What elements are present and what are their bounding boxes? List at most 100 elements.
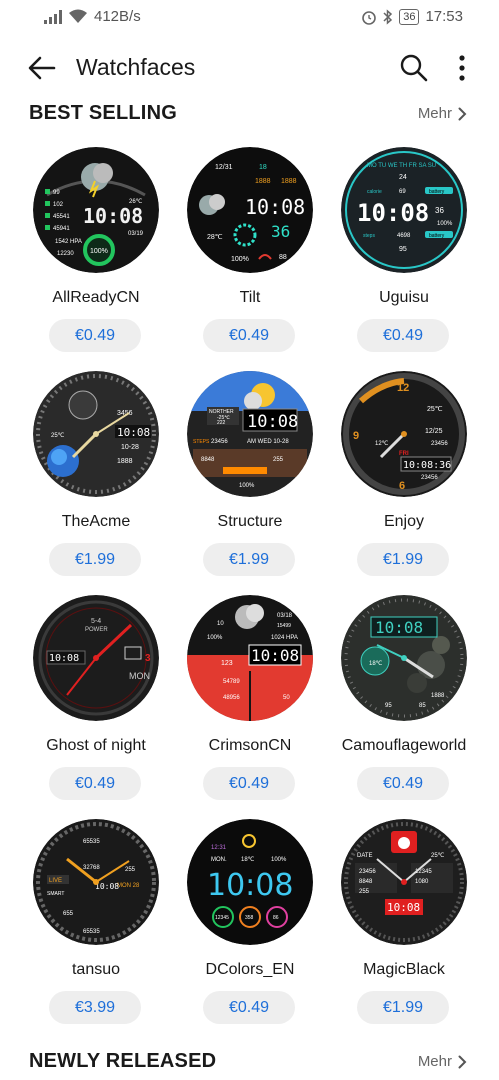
face-text: 255: [359, 889, 370, 895]
face-text: battery: [429, 189, 445, 195]
face-text: 36: [271, 222, 290, 241]
price-button[interactable]: €1.99: [49, 543, 141, 576]
watchface-thumbnail[interactable]: 5-4 POWER 10:08 MON 3: [33, 595, 159, 721]
face-text: 1542 HPA: [55, 239, 82, 245]
newly-released-more-link[interactable]: Mehr: [418, 1053, 467, 1070]
watchface-art: 3456 10:08 25℃ 10-28 1888: [33, 371, 159, 497]
watchface-thumbnail[interactable]: NORTHER -25℃ 222 10:08 STEPS 23456 AM WE…: [187, 371, 313, 497]
face-text: 25℃: [51, 433, 65, 439]
face-text: 1888: [281, 178, 297, 185]
face-text: 12: [397, 382, 409, 394]
watchface-art: 10:08 18℃ 1888 95 85: [341, 595, 467, 721]
price-button[interactable]: €1.99: [357, 991, 449, 1024]
face-text: 1888: [255, 178, 271, 185]
face-text: 45541: [53, 214, 70, 220]
face-text: 88: [279, 254, 287, 261]
face-text: 48956: [223, 695, 240, 701]
search-icon[interactable]: [398, 52, 430, 84]
face-text: 12/25: [425, 428, 443, 435]
price-button[interactable]: €0.49: [357, 319, 449, 352]
wifi-icon: [69, 9, 87, 23]
face-text: 99: [53, 190, 60, 196]
watchface-thumbnail[interactable]: MO TU WE TH FR SA SU 24 calorie 69 batte…: [341, 147, 467, 273]
alarm-icon: [362, 10, 377, 25]
watchface-art: 10 03/18 15499 100% 1024 HPA 10:08 123 5…: [187, 595, 313, 721]
watchface-item-magicblack[interactable]: DATE 25℃ 23456 8848 12345 1080 255 10:08…: [324, 819, 484, 1029]
face-text: 100%: [231, 256, 249, 263]
watchface-item-enjoy[interactable]: 12 9 6 25℃ 12/25 12℃ FRI 23456 10:08:36 …: [324, 371, 484, 581]
status-left: 412B/s: [44, 8, 141, 25]
face-time: 10:08: [357, 199, 429, 227]
face-text: FRI: [399, 451, 409, 457]
price-button[interactable]: €0.49: [49, 319, 141, 352]
watchface-thumbnail[interactable]: DATE 25℃ 23456 8848 12345 1080 255 10:08: [341, 819, 467, 945]
face-text: 65535: [83, 929, 100, 935]
face-text: MON.: [211, 857, 227, 863]
price-button[interactable]: €1.99: [357, 543, 449, 576]
price-button[interactable]: €0.49: [203, 991, 295, 1024]
watchface-item-ghost-of-night[interactable]: 5-4 POWER 10:08 MON 3 Ghost of night €0.…: [16, 595, 176, 805]
back-arrow-icon[interactable]: [26, 52, 58, 84]
best-selling-more-link[interactable]: Mehr: [418, 105, 467, 122]
face-text: 255: [125, 867, 136, 873]
watchface-thumbnail[interactable]: 12/31 18 1888 1888 10:08 36 28℃ 100% 88: [187, 147, 313, 273]
price-button[interactable]: €0.49: [203, 319, 295, 352]
more-label: Mehr: [417, 1053, 452, 1070]
watchface-thumbnail[interactable]: 12 9 6 25℃ 12/25 12℃ FRI 23456 10:08:36 …: [341, 371, 467, 497]
watchface-item-theacme[interactable]: 3456 10:08 25℃ 10-28 1888 TheAcme €1.99: [16, 371, 176, 581]
face-text: 45941: [53, 226, 70, 232]
watchface-thumbnail[interactable]: 10 03/18 15499 100% 1024 HPA 10:08 123 5…: [187, 595, 313, 721]
price-button[interactable]: €3.99: [49, 991, 141, 1024]
watchface-item-crimsoncn[interactable]: 10 03/18 15499 100% 1024 HPA 10:08 123 5…: [170, 595, 330, 805]
face-text: 9: [353, 430, 359, 442]
face-text: 1888: [117, 458, 133, 465]
face-text: 95: [385, 703, 392, 709]
face-text: 18: [259, 164, 267, 171]
watchface-name: DColors_EN: [205, 961, 295, 978]
price-button[interactable]: €0.49: [203, 767, 295, 800]
face-text: MO TU WE TH FR SA SU: [367, 163, 436, 169]
watchface-name: Structure: [217, 513, 283, 530]
face-text: steps: [363, 233, 375, 239]
watchface-item-allreadycn[interactable]: 99 102 45541 45941 26℃ 10:08 03/19 1542 …: [16, 147, 176, 357]
face-text: 222: [217, 420, 226, 426]
watchface-thumbnail[interactable]: 99 102 45541 45941 26℃ 10:08 03/19 1542 …: [33, 147, 159, 273]
watchface-thumbnail[interactable]: 65535 32768 255 LIVE MON 28 SMART 10:08 …: [33, 819, 159, 945]
face-text: 12345: [215, 915, 229, 921]
face-text: 54789: [223, 679, 240, 685]
face-text: 1024 HPA: [271, 635, 298, 641]
app-bar: Watchfaces: [0, 44, 499, 92]
face-text: 24: [399, 174, 407, 181]
chevron-right-icon: [458, 1055, 467, 1068]
watchface-thumbnail[interactable]: 10:08 18℃ 1888 95 85: [341, 595, 467, 721]
face-text: 36: [435, 206, 444, 215]
page-title: Watchfaces: [76, 54, 196, 80]
watchface-item-uguisu[interactable]: MO TU WE TH FR SA SU 24 calorie 69 batte…: [324, 147, 484, 357]
face-time: 10:08: [83, 204, 143, 228]
face-text: 28℃: [207, 234, 223, 241]
face-text: 23456: [211, 439, 228, 445]
watchface-art: 12/31 18 1888 1888 10:08 36 28℃ 100% 88: [187, 147, 313, 273]
watchface-thumbnail[interactable]: 12:31 MON. 18℃ 100% 10:08 12345 358 86: [187, 819, 313, 945]
watchface-item-structure[interactable]: NORTHER -25℃ 222 10:08 STEPS 23456 AM WE…: [170, 371, 330, 581]
face-text: 12:31: [211, 845, 227, 851]
face-time: 10:08: [207, 868, 293, 903]
watchface-item-tansuo[interactable]: 65535 32768 255 LIVE MON 28 SMART 10:08 …: [16, 819, 176, 1029]
face-text: 12230: [57, 251, 74, 257]
face-text: 23456: [431, 441, 448, 447]
watchface-item-camouflageworld[interactable]: 10:08 18℃ 1888 95 85 Camouflageworld €0.…: [324, 595, 484, 805]
price-button[interactable]: €1.99: [203, 543, 295, 576]
watchface-item-dcolors-en[interactable]: 12:31 MON. 18℃ 100% 10:08 12345 358 86 D…: [170, 819, 330, 1029]
more-vert-icon[interactable]: [450, 52, 474, 84]
watchface-art: 65535 32768 255 LIVE MON 28 SMART 10:08 …: [33, 819, 159, 945]
price-button[interactable]: €0.49: [357, 767, 449, 800]
price-button[interactable]: €0.49: [49, 767, 141, 800]
face-text: 10: [217, 621, 224, 627]
face-text: 100%: [271, 857, 287, 863]
watchface-art: 12:31 MON. 18℃ 100% 10:08 12345 358 86: [187, 819, 313, 945]
face-time: 10:08: [375, 618, 423, 637]
face-text: 15499: [277, 623, 291, 629]
face-text: 25℃: [431, 853, 445, 859]
watchface-thumbnail[interactable]: 3456 10:08 25℃ 10-28 1888: [33, 371, 159, 497]
watchface-item-tilt[interactable]: 12/31 18 1888 1888 10:08 36 28℃ 100% 88 …: [170, 147, 330, 357]
